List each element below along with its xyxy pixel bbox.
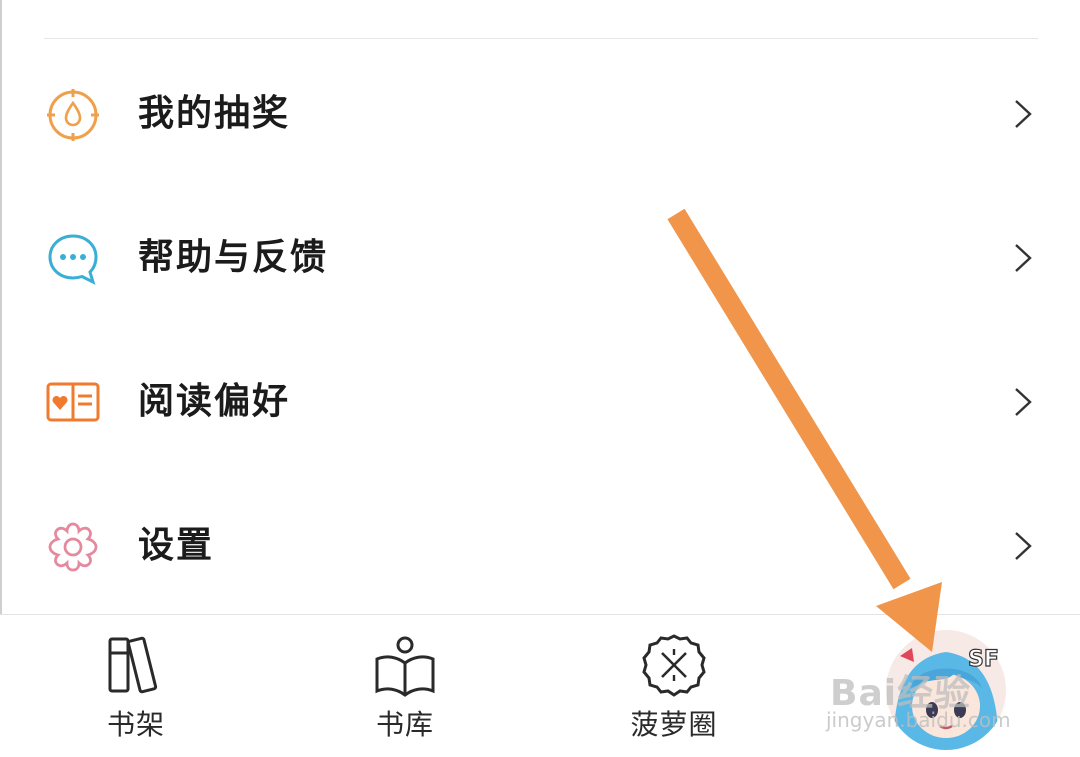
watermark-url: jingyan.baidu.com bbox=[826, 708, 1011, 732]
menu-label-lottery: 我的抽奖 bbox=[138, 93, 291, 134]
menu-item-lottery[interactable]: 我的抽奖 bbox=[0, 40, 1080, 184]
library-reader-icon bbox=[375, 636, 435, 697]
tab-label-library: 书库 bbox=[375, 708, 434, 741]
pineapple-circle-icon bbox=[642, 634, 706, 697]
menu-item-reading-preference[interactable]: 阅读偏好 bbox=[0, 328, 1080, 472]
lottery-icon bbox=[47, 89, 99, 141]
menu-item-help-feedback[interactable]: 帮助与反馈 bbox=[0, 184, 1080, 328]
menu-label-settings: 设置 bbox=[138, 525, 215, 566]
tab-bookshelf[interactable]: 书架 bbox=[36, 615, 236, 757]
menu-label-reading-preference: 阅读偏好 bbox=[138, 381, 291, 422]
top-divider bbox=[44, 38, 1038, 39]
tab-pineapple-circle[interactable]: 菠萝圈 bbox=[574, 615, 774, 757]
chevron-right-icon bbox=[1015, 100, 1032, 128]
tab-label-bookshelf: 书架 bbox=[106, 708, 165, 741]
settings-flower-icon bbox=[48, 522, 98, 572]
open-book-heart-icon bbox=[46, 382, 100, 422]
menu-item-settings[interactable]: 设置 bbox=[0, 472, 1080, 616]
tab-library[interactable]: 书库 bbox=[305, 615, 505, 757]
avatar-badge: SF bbox=[968, 647, 999, 672]
menu-label-help-feedback: 帮助与反馈 bbox=[138, 237, 329, 278]
chevron-right-icon bbox=[1015, 244, 1032, 272]
chevron-right-icon bbox=[1015, 532, 1032, 560]
tab-label-pineapple-circle: 菠萝圈 bbox=[630, 708, 718, 741]
chat-bubble-icon bbox=[48, 234, 98, 285]
chevron-right-icon bbox=[1015, 388, 1032, 416]
bookshelf-icon bbox=[108, 636, 158, 694]
